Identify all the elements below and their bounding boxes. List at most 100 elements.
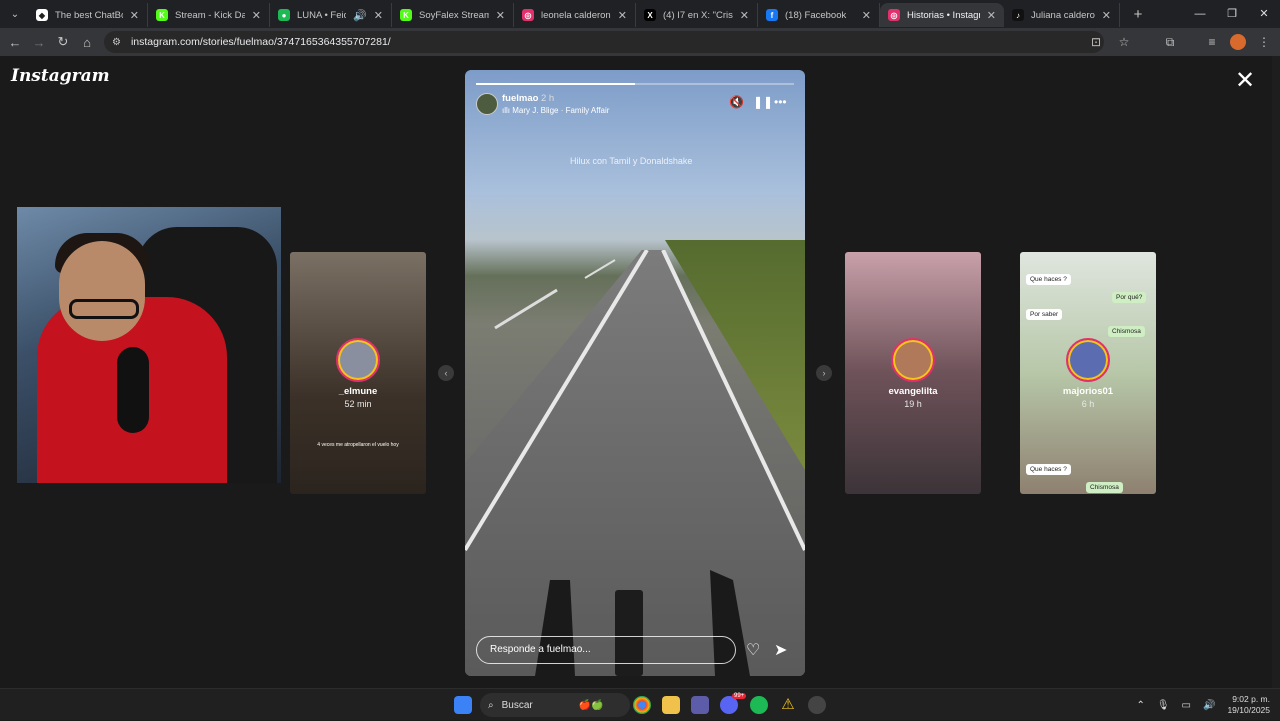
story-avatar: [336, 338, 380, 382]
story-preview-elmune[interactable]: _elmune 52 min 4 veces me atropellaron e…: [290, 252, 426, 494]
forward-icon[interactable]: →: [27, 35, 51, 50]
windows-taskbar: ⌕ Buscar 🍎🍏 99+ ⚠ ⌃ 🎙 ▭ 🔊 9:02 p. m. 19/…: [0, 688, 1280, 720]
chat-bubble: Por saber: [1026, 309, 1063, 320]
media-control-icon[interactable]: ≡: [1202, 35, 1222, 49]
instagram-icon: ◎: [522, 9, 534, 21]
previous-story-chevron-icon[interactable]: ‹: [438, 365, 454, 381]
bookmark-star-icon[interactable]: ☆: [1114, 35, 1134, 49]
browser-tab[interactable]: ● LUNA • Feid, ATL 🔊 ✕: [270, 3, 392, 27]
story-preview-evangelilta[interactable]: evangelilta 19 h: [845, 252, 981, 494]
tab-title: The best ChatBot and: [55, 9, 123, 21]
chat-bubble: Que haces ?: [1026, 464, 1071, 475]
story-music-label: Mary J. Blige · Family Affair: [512, 106, 610, 115]
story-username: evangelilta: [888, 386, 938, 397]
close-tab-icon[interactable]: ✕: [1102, 9, 1111, 22]
pause-icon[interactable]: ❚❚: [753, 95, 773, 109]
story-music[interactable]: ıllı Mary J. Blige · Family Affair: [502, 106, 609, 115]
browser-tab[interactable]: ◎ leonela calderon onw ✕: [514, 3, 636, 27]
browser-tab[interactable]: X (4) I7 en X: "Cristora ✕: [636, 3, 758, 27]
more-options-icon[interactable]: •••: [774, 95, 787, 109]
tab-strip: ⌄ ◆ The best ChatBot and ✕ K Stream - Kick D…: [0, 0, 1280, 28]
story-avatar: [1066, 338, 1110, 382]
close-tab-icon[interactable]: ✕: [252, 9, 261, 22]
story-username: _elmune: [338, 386, 378, 397]
tab-search-chevron-icon[interactable]: ⌄: [2, 3, 28, 25]
clock-date: 19/10/2025: [1227, 705, 1270, 715]
streamer-face: [59, 241, 145, 341]
display-icon[interactable]: ▭: [1182, 700, 1191, 711]
close-stories-icon[interactable]: ✕: [1233, 69, 1257, 94]
story-time: 2 h: [541, 93, 555, 104]
story-owner-avatar[interactable]: [476, 93, 498, 115]
browser-tab[interactable]: ♪ Juliana calderon (@j ✕: [1004, 3, 1120, 27]
story-overlay-text: Hilux con Tamil y Donaldshake: [570, 156, 693, 166]
restore-icon[interactable]: ❐: [1216, 0, 1248, 28]
chat-bubble: Chismosa: [1086, 482, 1123, 493]
instagram-logo[interactable]: Instagram: [11, 66, 110, 86]
close-tab-icon[interactable]: ✕: [987, 9, 996, 22]
browser-tab[interactable]: K Stream - Kick Dashbo ✕: [148, 3, 270, 27]
like-heart-icon[interactable]: ♡: [746, 640, 760, 660]
store-icon[interactable]: [691, 696, 709, 714]
spotify-icon[interactable]: [750, 696, 768, 714]
file-explorer-icon[interactable]: [662, 696, 680, 714]
install-app-icon[interactable]: ⊡: [1086, 35, 1106, 49]
chatbot-icon: ◆: [36, 9, 48, 21]
story-time: 19 h: [904, 399, 922, 409]
browser-tab[interactable]: ◎ Historias • Instagram ✕: [880, 3, 1004, 27]
close-tab-icon[interactable]: ✕: [740, 9, 749, 22]
story-preview-majorios01[interactable]: Que haces ? Por qué? Por saber Chismosa …: [1020, 252, 1156, 494]
close-tab-icon[interactable]: ✕: [374, 9, 383, 22]
close-tab-icon[interactable]: ✕: [618, 9, 627, 22]
clock[interactable]: 9:02 p. m. 19/10/2025: [1227, 694, 1270, 716]
minimize-icon[interactable]: —: [1184, 0, 1216, 28]
close-tab-icon[interactable]: ✕: [862, 9, 871, 22]
tab-audio-icon[interactable]: 🔊: [353, 9, 367, 22]
streamer-glasses: [69, 299, 139, 319]
home-icon[interactable]: ⌂: [75, 35, 99, 50]
tab-title: leonela calderon onw: [541, 9, 611, 21]
tray-chevron-icon[interactable]: ⌃: [1136, 700, 1144, 711]
page-scrollbar[interactable]: [1272, 56, 1280, 688]
close-tab-icon[interactable]: ✕: [130, 9, 139, 22]
active-story[interactable]: Hilux con Tamil y Donaldshake fuelmao 2 …: [465, 70, 805, 676]
browser-tab[interactable]: K SoyFalex Stream - Wi ✕: [392, 3, 514, 27]
profile-avatar[interactable]: [1230, 34, 1246, 50]
browser-tab[interactable]: f (18) Facebook ✕: [758, 3, 880, 27]
reload-icon[interactable]: ↻: [51, 34, 75, 50]
close-window-icon[interactable]: ✕: [1248, 0, 1280, 28]
story-owner-username[interactable]: fuelmao: [502, 93, 538, 104]
site-info-icon[interactable]: ⚙: [112, 37, 121, 48]
taskbar-search[interactable]: ⌕ Buscar 🍎🍏: [480, 693, 630, 717]
browser-tab[interactable]: ◆ The best ChatBot and ✕: [28, 3, 148, 27]
next-story-chevron-icon[interactable]: ›: [816, 365, 832, 381]
mute-icon[interactable]: 🔇: [729, 95, 744, 109]
toolbar-actions: ⊡ ☆ ⧉ ≡ ⋮: [1086, 28, 1274, 56]
story-progress-bar: [476, 83, 794, 85]
app-icon[interactable]: [808, 696, 826, 714]
menu-kebab-icon[interactable]: ⋮: [1254, 35, 1274, 49]
new-tab-button[interactable]: +: [1126, 6, 1150, 23]
close-tab-icon[interactable]: ✕: [496, 9, 505, 22]
reply-input[interactable]: Responde a fuelmao...: [476, 636, 736, 664]
microphone-icon[interactable]: 🎙: [1157, 700, 1170, 711]
chrome-icon[interactable]: [633, 696, 651, 714]
story-progress-fill: [476, 83, 635, 85]
send-direct-icon[interactable]: ➤: [774, 640, 787, 660]
search-icon: ⌕: [488, 699, 494, 711]
tab-title: (18) Facebook: [785, 9, 847, 21]
warning-icon[interactable]: ⚠: [779, 696, 797, 714]
road-lines: [465, 250, 805, 676]
volume-icon[interactable]: 🔊: [1203, 700, 1215, 711]
back-icon[interactable]: ←: [3, 35, 27, 50]
windows-start-icon[interactable]: [454, 696, 472, 714]
kick-icon: K: [400, 9, 412, 21]
story-caption: 4 veces me atropellaron el vuelo hoy: [317, 442, 399, 448]
story-username: majorios01: [1062, 386, 1114, 397]
x-icon: X: [644, 9, 656, 21]
url-text[interactable]: instagram.com/stories/fuelmao/3747165364…: [131, 36, 391, 48]
instagram-icon: ◎: [888, 9, 900, 21]
webcam-overlay: [17, 207, 281, 483]
address-bar[interactable]: ⚙ instagram.com/stories/fuelmao/37471653…: [104, 31, 1104, 53]
extensions-icon[interactable]: ⧉: [1160, 35, 1180, 50]
